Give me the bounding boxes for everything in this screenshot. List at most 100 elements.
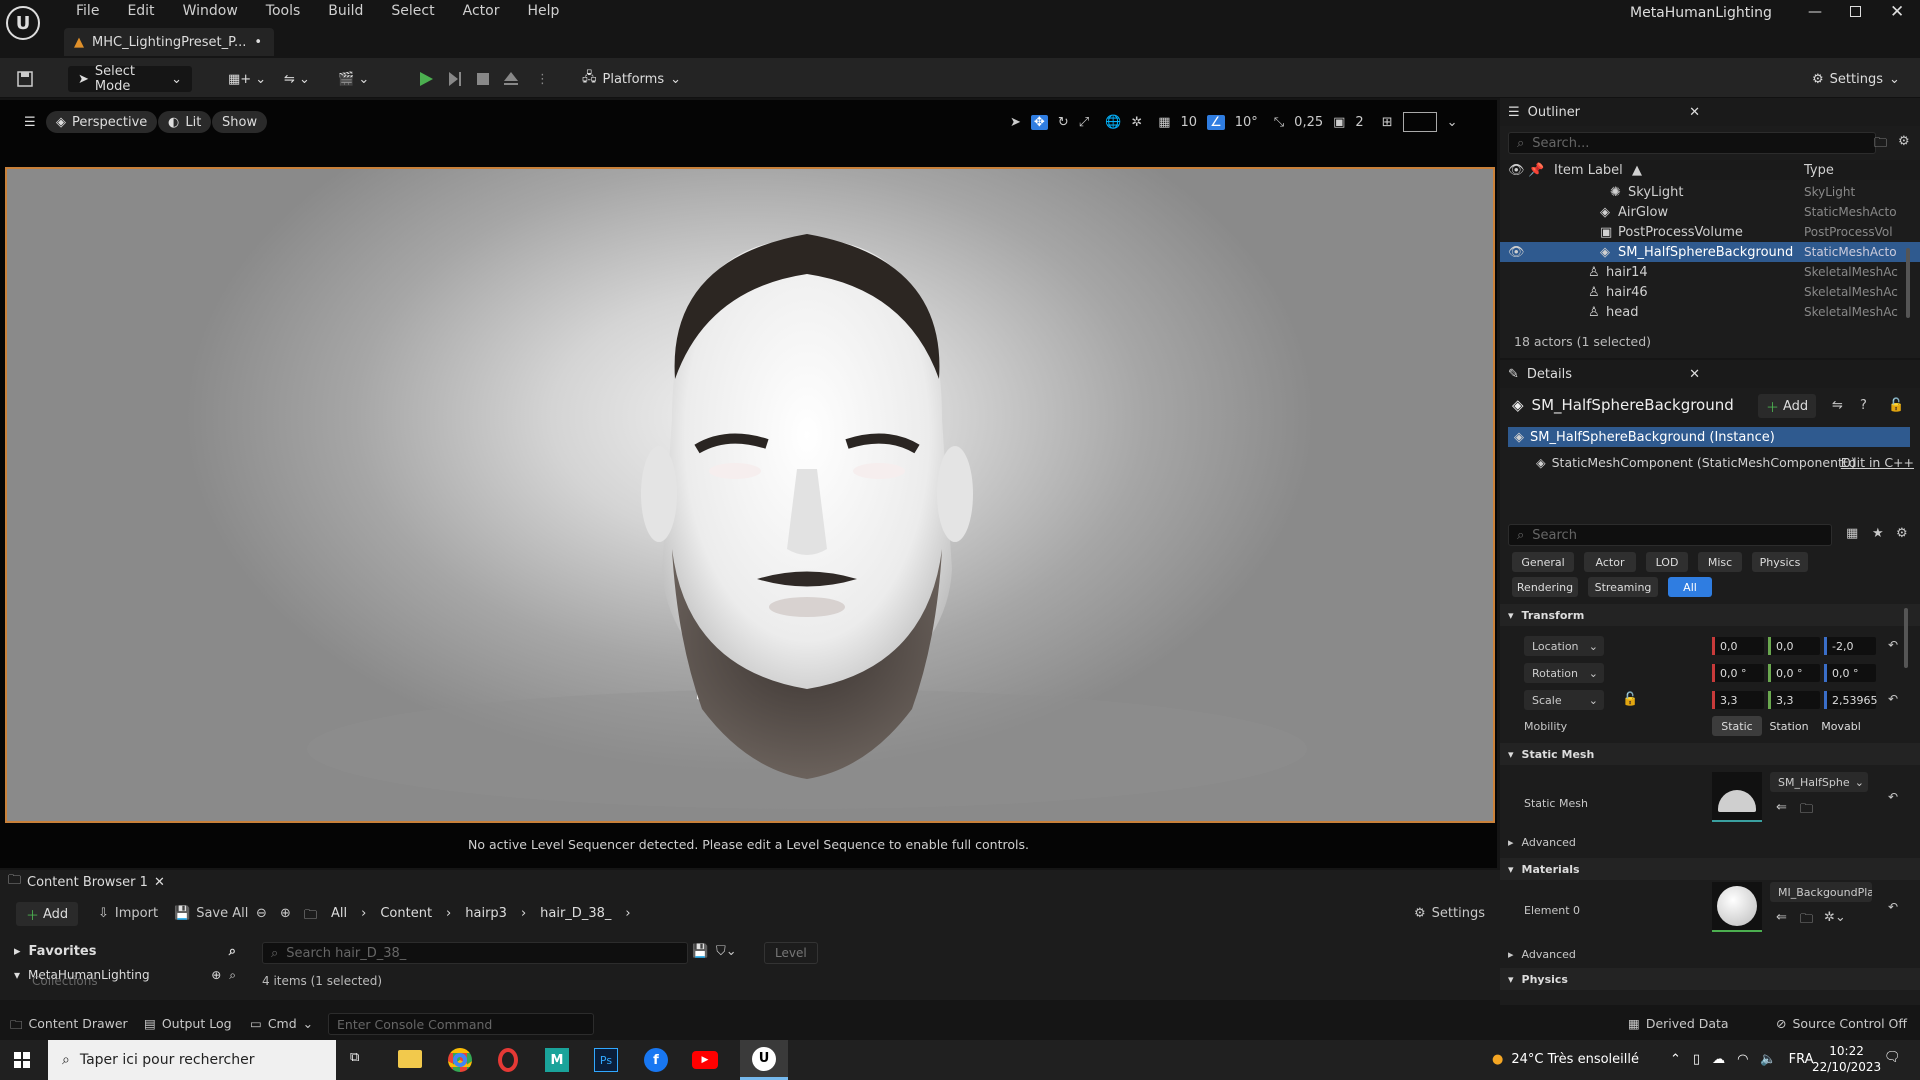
rotation-dropdown[interactable]: Rotation ⌄ [1524, 663, 1604, 683]
add-component-button[interactable]: ＋ Add [1758, 394, 1817, 418]
camera-speed-value[interactable]: 2 [1355, 115, 1363, 130]
use-selected-icon[interactable]: ⇐ [1776, 910, 1787, 925]
more-options-icon[interactable]: ⋮ [536, 66, 549, 92]
maximize-viewport-icon[interactable] [1402, 112, 1437, 132]
browse-icon[interactable]: 🗀 [1800, 800, 1813, 822]
move-tool-icon[interactable]: ✥ [1030, 114, 1048, 130]
location-dropdown[interactable]: Location ⌄ [1524, 636, 1604, 656]
eye-icon[interactable]: 👁 [1508, 245, 1525, 260]
cmd-dropdown[interactable]: ▭ Cmd ⌄ [250, 1016, 313, 1031]
location-x[interactable]: 0,0 [1712, 637, 1764, 655]
select-mode-dropdown[interactable]: ➤ Select Mode ⌄ [68, 64, 192, 94]
outliner-tab[interactable]: ☰ Outliner ✕ [1500, 98, 1920, 126]
chrome-icon[interactable] [448, 1048, 472, 1072]
reset-icon[interactable]: ↶ [1888, 692, 1898, 706]
scale-x[interactable]: 3,3 [1712, 691, 1764, 709]
outliner-search-input[interactable]: ⌕ Search... [1508, 132, 1876, 154]
file-explorer-icon[interactable] [398, 1050, 422, 1068]
scale-tool-icon[interactable]: ⤢ [1079, 115, 1089, 130]
materials-section[interactable]: ▾ Materials [1500, 858, 1920, 880]
new-folder-icon[interactable]: 🗀 [1874, 134, 1887, 156]
play-button[interactable] [418, 66, 434, 92]
level-filter-chip[interactable]: Level [764, 942, 818, 964]
history-back-icon[interactable]: ⊖ [256, 906, 267, 921]
camera-speed-icon[interactable]: ▣ [1333, 115, 1345, 130]
blueprint-icon[interactable]: ⇋ [1832, 398, 1843, 413]
youtube-icon[interactable]: ▶ [692, 1051, 718, 1069]
derived-data-button[interactable]: ▦ Derived Data [1628, 1016, 1729, 1031]
weather-widget[interactable]: ● 24°C Très ensoleillé [1492, 1052, 1639, 1067]
blueprint-icon[interactable]: ⇋ ⌄ [284, 66, 310, 92]
scale-dropdown[interactable]: Scale ⌄ [1524, 690, 1604, 710]
scale-z[interactable]: 2,53965 [1824, 691, 1878, 709]
platforms-dropdown[interactable]: 🖧 Platforms ⌄ [582, 66, 681, 92]
reset-icon[interactable]: ↶ [1888, 638, 1898, 652]
filter-physics[interactable]: Physics [1752, 552, 1808, 572]
world-space-icon[interactable]: 🌐 [1105, 115, 1121, 130]
breadcrumb-hair-d-38[interactable]: hair_D_38_ [540, 906, 611, 928]
scale-y[interactable]: 3,3 [1768, 691, 1820, 709]
outliner-row[interactable]: ▣ PostProcessVolume PostProcessVol [1500, 222, 1920, 242]
content-drawer-button[interactable]: 🗀 Content Drawer [10, 1016, 128, 1037]
perspective-button[interactable]: ◈ Perspective [46, 111, 158, 133]
menu-select[interactable]: Select [377, 0, 448, 24]
rotation-z[interactable]: 0,0 ° [1824, 664, 1876, 682]
menu-file[interactable]: File [62, 0, 113, 24]
angle-snap-value[interactable]: 10° [1235, 115, 1258, 130]
device-icon[interactable]: ▯ [1693, 1052, 1700, 1067]
col-type[interactable]: Type [1804, 163, 1834, 178]
close-tab-icon[interactable]: ✕ [154, 875, 165, 890]
breadcrumb-all[interactable]: All [331, 906, 347, 928]
cb-save-all-button[interactable]: 💾 Save All [174, 906, 248, 921]
static-mesh-thumbnail[interactable] [1712, 772, 1762, 822]
lock-icon[interactable]: 🔓 [1888, 398, 1904, 413]
menu-window[interactable]: Window [169, 0, 252, 24]
rotation-y[interactable]: 0,0 ° [1768, 664, 1820, 682]
search-icon[interactable]: ⌕ [229, 968, 236, 983]
filter-lod[interactable]: LOD [1646, 552, 1688, 572]
filter-streaming[interactable]: Streaming [1588, 577, 1658, 597]
col-item-label[interactable]: Item Label [1554, 163, 1623, 178]
menu-help[interactable]: Help [513, 0, 573, 24]
language-label[interactable]: FRA [1789, 1052, 1814, 1067]
mobility-movable[interactable]: Movabl [1816, 716, 1866, 736]
filter-general[interactable]: General [1512, 552, 1574, 572]
viewport-menu-icon[interactable]: ☰ [14, 111, 46, 133]
history-forward-icon[interactable]: ⊕ [280, 906, 291, 921]
cinematics-icon[interactable]: 🎬 ⌄ [338, 66, 369, 92]
restore-icon[interactable] [1850, 6, 1861, 17]
minimize-icon[interactable]: — [1808, 4, 1822, 20]
filter-icon[interactable]: ⛉⌄ [716, 944, 737, 959]
menu-edit[interactable]: Edit [113, 0, 168, 24]
cb-search-input[interactable]: ⌕ Search hair_D_38_ [262, 942, 688, 964]
use-selected-icon[interactable]: ⇐ [1776, 800, 1787, 815]
network-icon[interactable]: ☁ [1712, 1052, 1725, 1067]
eject-icon[interactable] [503, 66, 519, 92]
transform-section[interactable]: ▾ Transform [1500, 604, 1920, 626]
gear-icon[interactable]: ⚙ [1898, 134, 1910, 149]
outliner-scrollbar[interactable] [1906, 248, 1910, 318]
facebook-icon[interactable]: f [644, 1048, 668, 1072]
volume-icon[interactable]: 🔈 [1760, 1052, 1776, 1067]
component-row[interactable]: ◈ StaticMeshComponent (StaticMeshComponen… [1536, 452, 1916, 472]
material-asset-dropdown[interactable]: MI_BackgoundPlan [1770, 882, 1872, 902]
task-view-icon[interactable]: ⧉ [350, 1050, 359, 1065]
console-input[interactable]: Enter Console Command [328, 1013, 594, 1035]
outliner-row-selected[interactable]: 👁 ◈ SM_HalfSphereBackground StaticMeshActo [1500, 242, 1920, 262]
browse-icon[interactable]: 🗀 [1800, 910, 1813, 932]
outliner-row[interactable]: ◈ AirGlow StaticMeshActo [1500, 202, 1920, 222]
content-browser-tab[interactable]: 🗀 Content Browser 1 ✕ [0, 870, 165, 894]
notifications-icon[interactable]: 🗨 [1884, 1050, 1901, 1065]
static-mesh-advanced[interactable]: ▸ Advanced [1508, 836, 1576, 849]
filter-rendering[interactable]: Rendering [1512, 577, 1578, 597]
level-tab[interactable]: ▲ MHC_LightingPreset_P... • [64, 28, 274, 56]
step-icon[interactable] [447, 66, 463, 92]
add-collection-icon[interactable]: ⊕ [211, 968, 221, 983]
menu-build[interactable]: Build [314, 0, 377, 24]
location-y[interactable]: 0,0 [1768, 637, 1820, 655]
reset-icon[interactable]: ↶ [1888, 790, 1898, 804]
static-mesh-section[interactable]: ▾ Static Mesh [1500, 743, 1920, 765]
filter-all[interactable]: All [1668, 577, 1712, 597]
static-mesh-asset-dropdown[interactable]: SM_HalfSphe ⌄ [1770, 772, 1868, 792]
gear-icon[interactable]: ⚙ [1896, 526, 1908, 541]
